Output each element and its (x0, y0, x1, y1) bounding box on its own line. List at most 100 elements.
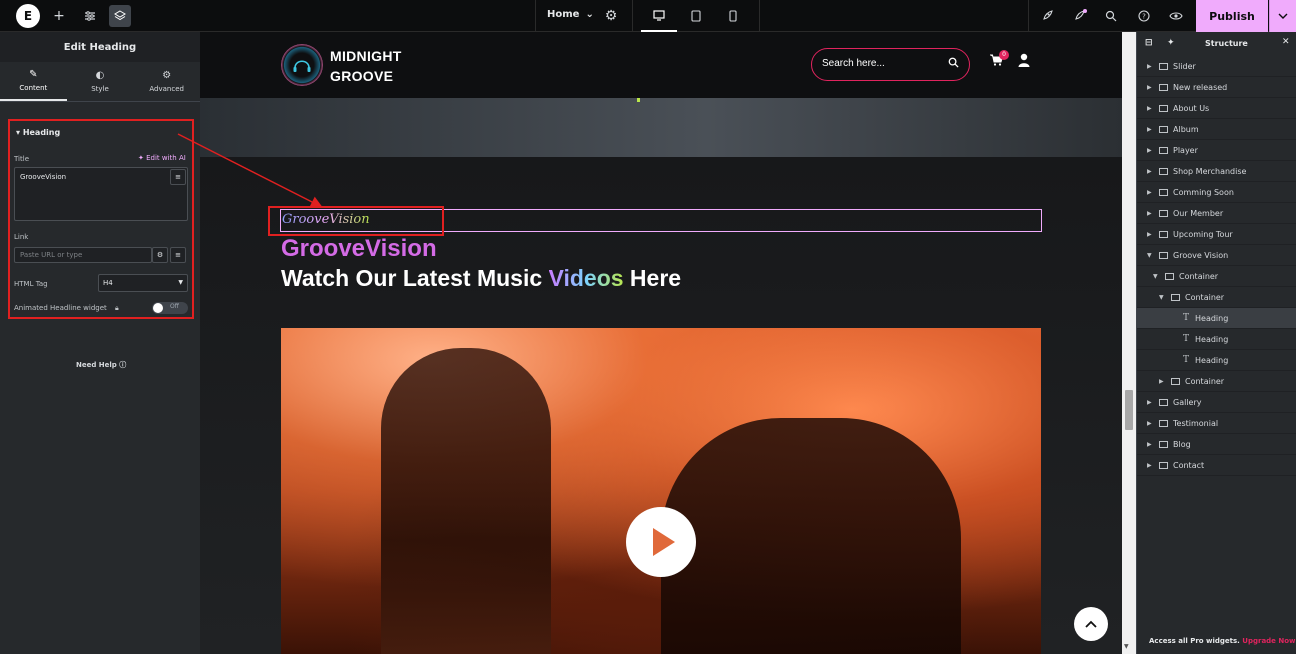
structure-item[interactable]: ▶ Comming Soon (1137, 182, 1296, 203)
structure-item[interactable]: T Heading (1137, 350, 1296, 371)
top-toolbar: E + Home ⌄ ⚙ ? Publish (0, 0, 1296, 32)
mobile-view-icon[interactable] (715, 0, 751, 32)
link-settings-gear-icon[interactable]: ⚙ (152, 247, 168, 263)
structure-item[interactable]: ▶ Gallery (1137, 392, 1296, 413)
tab-content[interactable]: ✎ Content (0, 62, 67, 101)
publish-options-chevron-icon[interactable] (1269, 0, 1296, 32)
animated-headline-toggle[interactable]: Off (152, 302, 188, 314)
structure-item-label: Testimonial (1173, 418, 1219, 428)
edit-with-ai-button[interactable]: ✦ Edit with AI (138, 154, 186, 162)
caret-right-icon[interactable]: ▶ (1147, 441, 1152, 448)
play-button-icon[interactable] (626, 507, 696, 577)
structure-item[interactable]: ▶ Our Member (1137, 203, 1296, 224)
notifications-icon[interactable] (1069, 5, 1091, 27)
structure-item[interactable]: ▶ Shop Merchandise (1137, 161, 1296, 182)
heading-script[interactable]: GrooveVision (282, 212, 370, 227)
rocket-icon[interactable] (1036, 5, 1058, 27)
structure-item[interactable]: ▶ Blog (1137, 434, 1296, 455)
caret-right-icon[interactable]: ▶ (1147, 63, 1152, 70)
user-account-icon[interactable] (1018, 53, 1030, 71)
desktop-view-icon[interactable] (641, 0, 677, 32)
collapse-all-icon[interactable]: ⊟ (1145, 38, 1153, 48)
publish-button[interactable]: Publish (1196, 0, 1268, 32)
caret-right-icon[interactable]: ▶ (1147, 189, 1152, 196)
headphones-logo-icon (281, 44, 323, 86)
page-selector[interactable]: Home ⌄ (547, 9, 594, 20)
music-video-player[interactable] (281, 328, 1041, 654)
scroll-to-top-icon[interactable] (1074, 607, 1108, 641)
scroll-down-arrow-icon[interactable]: ▼ (1124, 643, 1129, 650)
hero-banner-strip (200, 98, 1122, 157)
caret-right-icon[interactable]: ▶ (1159, 378, 1164, 385)
container-icon (1159, 188, 1168, 196)
need-help-link[interactable]: Need Help ⓘ (76, 360, 126, 370)
structure-item[interactable]: ▶ Container (1137, 371, 1296, 392)
container-icon (1159, 251, 1168, 259)
canvas-scrollbar-thumb[interactable] (1125, 390, 1133, 430)
structure-item[interactable]: ▶ Player (1137, 140, 1296, 161)
site-settings-icon[interactable] (79, 5, 101, 27)
title-textarea[interactable]: GrooveVision (14, 167, 188, 221)
caret-down-icon[interactable]: ▼ (1159, 294, 1164, 301)
caret-right-icon[interactable]: ▶ (1147, 105, 1152, 112)
structure-item[interactable]: ▶ About Us (1137, 98, 1296, 119)
structure-item[interactable]: ▶ Album (1137, 119, 1296, 140)
heading-widget-icon: T (1183, 313, 1190, 323)
caret-right-icon[interactable]: ▶ (1147, 147, 1152, 154)
preview-eye-icon[interactable] (1165, 5, 1187, 27)
link-url-input[interactable]: Paste URL or type (14, 247, 152, 263)
add-element-icon[interactable]: + (48, 5, 70, 27)
structure-item[interactable]: ▶ New released (1137, 77, 1296, 98)
structure-item[interactable]: ▶ Upcoming Tour (1137, 224, 1296, 245)
tab-advanced[interactable]: ⚙ Advanced (133, 62, 200, 101)
caret-right-icon[interactable]: ▶ (1147, 168, 1152, 175)
structure-item[interactable]: ▼ Container (1137, 266, 1296, 287)
canvas-scrollbar[interactable] (1122, 32, 1136, 654)
search-icon[interactable] (948, 57, 959, 71)
structure-item[interactable]: ▶ Slider (1137, 56, 1296, 77)
ai-sparkle-icon[interactable]: ✦ (1167, 38, 1175, 48)
structure-layers-icon[interactable] (109, 5, 131, 27)
structure-item[interactable]: ▼ Groove Vision (1137, 245, 1296, 266)
elementor-logo-icon[interactable]: E (16, 4, 40, 28)
structure-header: ⊟ ✦ Structure ✕ (1145, 37, 1290, 48)
html-tag-select[interactable]: H4 ▼ (98, 274, 188, 292)
page-settings-gear-icon[interactable]: ⚙ (600, 5, 622, 27)
help-icon[interactable]: ? (1133, 5, 1155, 27)
tab-style[interactable]: ◐ Style (67, 62, 134, 101)
caret-right-icon[interactable]: ▶ (1147, 231, 1152, 238)
container-icon (1159, 230, 1168, 238)
structure-item-label: Upcoming Tour (1173, 229, 1233, 239)
structure-item[interactable]: T Heading (1137, 329, 1296, 350)
structure-panel: ⊟ ✦ Structure ✕ ▶ Slider ▶ New released ▶ Abo… (1136, 32, 1296, 654)
caret-down-icon[interactable]: ▼ (1147, 252, 1152, 259)
structure-item[interactable]: ▶ Testimonial (1137, 413, 1296, 434)
link-dynamic-tags-icon[interactable]: ≡ (170, 247, 186, 263)
heading-main[interactable]: Watch Our Latest Music Videos Here (281, 265, 681, 292)
container-icon (1171, 377, 1180, 385)
link-label: Link (14, 233, 29, 241)
toggle-knob (153, 303, 163, 313)
site-search-input[interactable]: Search here... (811, 48, 970, 81)
structure-item[interactable]: T Heading (1137, 308, 1296, 329)
caret-right-icon[interactable]: ▶ (1147, 462, 1152, 469)
search-icon[interactable] (1100, 5, 1122, 27)
dynamic-tags-icon[interactable]: ≡ (170, 169, 186, 185)
panel-title: Edit Heading (0, 32, 200, 62)
caret-right-icon[interactable]: ▶ (1147, 126, 1152, 133)
heading-widget-icon: T (1183, 355, 1190, 365)
caret-right-icon[interactable]: ▶ (1147, 210, 1152, 217)
caret-down-icon[interactable]: ▼ (1153, 273, 1158, 280)
structure-item[interactable]: ▶ Contact (1137, 455, 1296, 476)
caret-right-icon[interactable]: ▶ (1147, 420, 1152, 427)
upgrade-now-link[interactable]: Upgrade Now (1242, 637, 1295, 645)
heading-subtitle[interactable]: GrooveVision (281, 235, 437, 263)
structure-item[interactable]: ▼ Container (1137, 287, 1296, 308)
close-icon[interactable]: ✕ (1282, 37, 1290, 47)
tablet-view-icon[interactable] (678, 0, 714, 32)
section-toggle[interactable]: ▾ Heading (16, 128, 60, 137)
site-logo-text[interactable]: MIDNIGHT GROOVE (330, 46, 402, 86)
half-circle-icon: ◐ (95, 70, 105, 81)
caret-right-icon[interactable]: ▶ (1147, 84, 1152, 91)
caret-right-icon[interactable]: ▶ (1147, 399, 1152, 406)
